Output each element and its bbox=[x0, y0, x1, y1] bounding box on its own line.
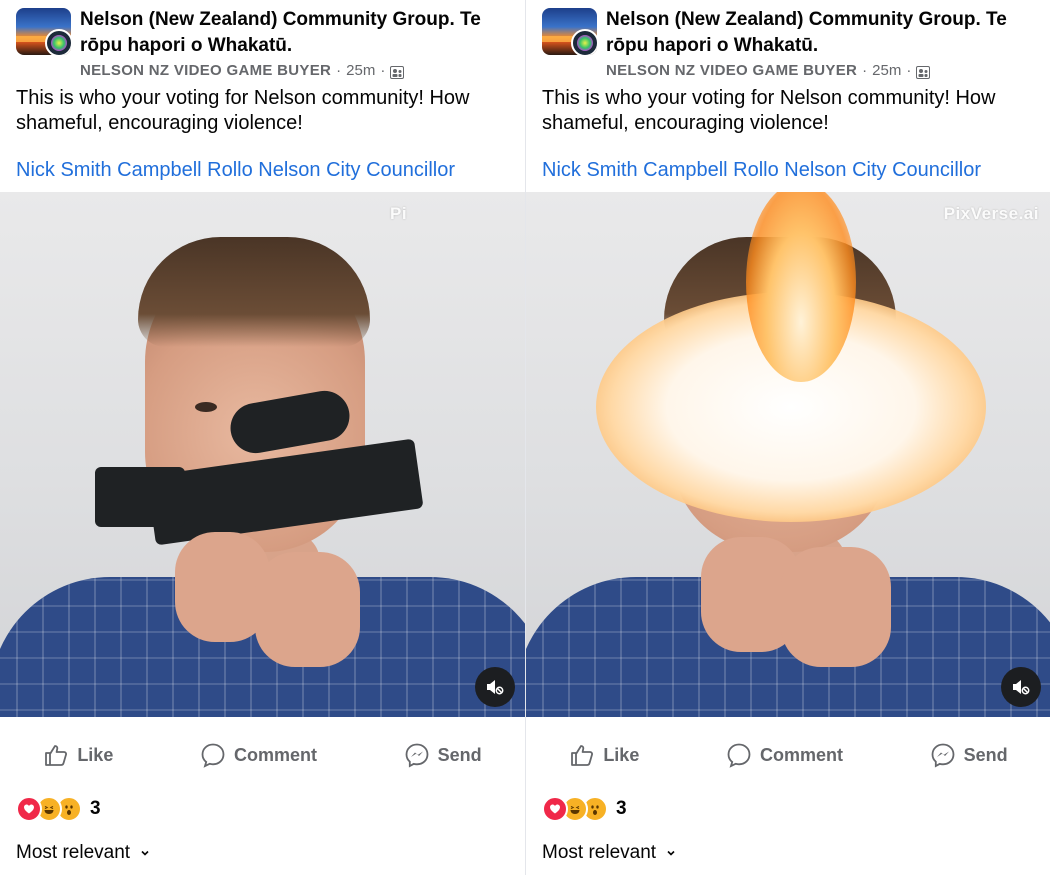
group-avatar[interactable] bbox=[16, 8, 71, 55]
post-card-right: Nelson (New Zealand) Community Group. Te… bbox=[525, 0, 1050, 875]
comment-button[interactable]: Comment bbox=[200, 742, 317, 768]
messenger-icon bbox=[931, 743, 955, 768]
mute-button[interactable] bbox=[1001, 667, 1041, 707]
group-name[interactable]: Nelson (New Zealand) Community Group. Te… bbox=[606, 7, 1046, 59]
post-link-tags[interactable]: Nick Smith Campbell Rollo Nelson City Co… bbox=[16, 158, 455, 183]
post-time[interactable]: 25m bbox=[346, 61, 375, 81]
comment-label: Comment bbox=[233, 744, 317, 765]
send-label: Send bbox=[437, 744, 482, 765]
video-player[interactable]: PixVerse.ai bbox=[526, 192, 1050, 717]
meta-separator: · bbox=[336, 62, 342, 79]
like-button[interactable]: Like bbox=[569, 742, 639, 768]
post-body: This is who your voting for Nelson commu… bbox=[16, 87, 470, 134]
love-reaction-icon bbox=[542, 796, 568, 822]
reaction-count: 3 bbox=[616, 798, 627, 819]
post-body: This is who your voting for Nelson commu… bbox=[542, 87, 996, 134]
meta-separator: · bbox=[380, 62, 386, 79]
chevron-down-icon bbox=[667, 850, 675, 856]
hand-right bbox=[781, 547, 891, 667]
thumbs-up-icon bbox=[571, 745, 594, 766]
post-actions: Like Comment Send bbox=[0, 735, 525, 775]
comment-label: Comment bbox=[759, 744, 843, 765]
like-button[interactable]: Like bbox=[43, 742, 113, 768]
thumbs-up-icon bbox=[45, 745, 68, 766]
comment-sort-dropdown[interactable]: Most relevant bbox=[542, 842, 676, 864]
mute-button[interactable] bbox=[475, 667, 515, 707]
chevron-down-icon bbox=[141, 850, 149, 856]
send-button[interactable]: Send bbox=[404, 742, 482, 768]
sound-off-icon bbox=[487, 680, 504, 695]
group-avatar[interactable] bbox=[542, 8, 597, 55]
sound-off-icon bbox=[1013, 680, 1030, 695]
reaction-count: 3 bbox=[90, 798, 101, 819]
video-watermark: Pi bbox=[390, 204, 408, 223]
author-avatar-badge[interactable] bbox=[571, 29, 597, 55]
hand-right bbox=[255, 552, 360, 667]
post-actions: Like Comment Send bbox=[526, 735, 1050, 775]
video-player[interactable]: Pi bbox=[0, 192, 525, 717]
screenshot-pair: Nelson (New Zealand) Community Group. Te… bbox=[0, 0, 1050, 875]
messenger-icon bbox=[405, 743, 429, 768]
comment-icon bbox=[727, 743, 751, 768]
comment-button[interactable]: Comment bbox=[726, 742, 843, 768]
group-name[interactable]: Nelson (New Zealand) Community Group. Te… bbox=[80, 7, 520, 59]
group-audience-icon bbox=[916, 65, 931, 79]
comment-sort-dropdown[interactable]: Most relevant bbox=[16, 842, 150, 864]
sort-label: Most relevant bbox=[16, 842, 131, 863]
reaction-summary[interactable]: 3 bbox=[16, 796, 101, 822]
post-link-tags[interactable]: Nick Smith Campbell Rollo Nelson City Co… bbox=[542, 158, 981, 183]
like-label: Like bbox=[603, 744, 640, 765]
reaction-summary[interactable]: 3 bbox=[542, 796, 627, 822]
post-meta: NELSON NZ VIDEO GAME BUYER · 25m · bbox=[606, 61, 931, 81]
send-label: Send bbox=[963, 744, 1008, 765]
post-card-left: Nelson (New Zealand) Community Group. Te… bbox=[0, 0, 525, 875]
send-button[interactable]: Send bbox=[930, 742, 1008, 768]
meta-separator: · bbox=[906, 62, 912, 79]
post-meta: NELSON NZ VIDEO GAME BUYER · 25m · bbox=[80, 61, 405, 81]
video-watermark: PixVerse.ai bbox=[943, 204, 1039, 223]
group-audience-icon bbox=[390, 65, 405, 79]
sort-label: Most relevant bbox=[542, 842, 657, 863]
love-reaction-icon bbox=[16, 796, 42, 822]
comment-icon bbox=[201, 743, 225, 768]
author-avatar-badge[interactable] bbox=[45, 29, 71, 55]
author-name[interactable]: NELSON NZ VIDEO GAME BUYER bbox=[606, 61, 857, 81]
meta-separator: · bbox=[862, 62, 868, 79]
author-name[interactable]: NELSON NZ VIDEO GAME BUYER bbox=[80, 61, 331, 81]
like-label: Like bbox=[77, 744, 114, 765]
post-time[interactable]: 25m bbox=[872, 61, 901, 81]
